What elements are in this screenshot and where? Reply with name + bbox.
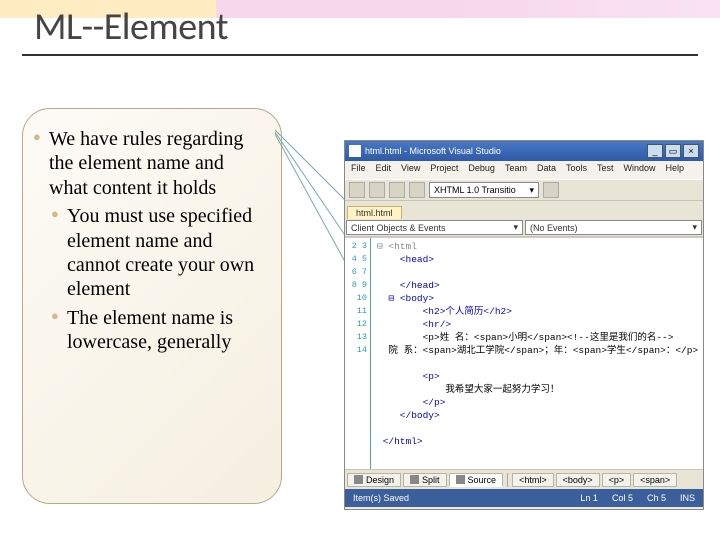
menu-team[interactable]: Team: [505, 163, 527, 177]
toolbar-button[interactable]: [369, 182, 385, 198]
breadcrumb-tag[interactable]: <body>: [556, 473, 600, 487]
main-bullet: We have rules regarding the element name…: [49, 127, 265, 200]
menu-project[interactable]: Project: [430, 163, 458, 177]
chevron-down-icon: ▾: [513, 222, 518, 233]
menu-data[interactable]: Data: [537, 163, 556, 177]
menu-test[interactable]: Test: [597, 163, 614, 177]
tab-label: Design: [366, 475, 394, 485]
breadcrumb-tag[interactable]: <span>: [633, 473, 677, 487]
menu-tools[interactable]: Tools: [566, 163, 587, 177]
app-title-text: html.html - Microsoft Visual Studio: [365, 146, 501, 156]
divider: [507, 473, 508, 487]
objects-dropdown[interactable]: Client Objects & Events ▾: [346, 220, 523, 235]
ide-file-tabs: html.html: [345, 201, 703, 219]
content-panel: We have rules regarding the element name…: [22, 108, 282, 504]
split-icon: [410, 475, 419, 484]
chevron-down-icon: ▾: [692, 222, 697, 233]
doctype-select[interactable]: XHTML 1.0 Transitio ▾: [429, 182, 539, 198]
tab-design[interactable]: Design: [347, 473, 401, 487]
ide-toolbar: XHTML 1.0 Transitio ▾: [345, 179, 703, 201]
sub-bullet-1: You must use specified element name and …: [67, 204, 265, 302]
breadcrumb-tag[interactable]: <p>: [602, 473, 632, 487]
status-message: Item(s) Saved: [353, 493, 409, 503]
sub-bullet-2: The element name is lowercase, generally: [67, 306, 265, 355]
status-line: Ln 1: [580, 493, 598, 503]
ide-titlebar: html.html - Microsoft Visual Studio _ ▭ …: [345, 141, 703, 161]
objects-dropdown-value: Client Objects & Events: [351, 223, 446, 233]
menu-debug[interactable]: Debug: [468, 163, 495, 177]
toolbar-button[interactable]: [349, 182, 365, 198]
line-gutter: 2 3 4 5 6 7 8 9 10 11 12 13 14: [345, 238, 371, 469]
chevron-down-icon: ▾: [529, 185, 534, 196]
events-dropdown[interactable]: (No Events) ▾: [525, 220, 702, 235]
source-icon: [456, 475, 465, 484]
menu-view[interactable]: View: [401, 163, 420, 177]
design-icon: [354, 475, 363, 484]
page-title: ML--Element: [34, 4, 228, 50]
status-col: Col 5: [612, 493, 633, 503]
ide-menubar: File Edit View Project Debug Team Data T…: [345, 161, 703, 179]
code-editor[interactable]: 2 3 4 5 6 7 8 9 10 11 12 13 14 ⊟ <html <…: [345, 237, 703, 469]
tab-split[interactable]: Split: [403, 473, 447, 487]
breadcrumb-tag[interactable]: <html>: [512, 473, 554, 487]
app-icon: [349, 145, 361, 157]
file-tab[interactable]: html.html: [347, 206, 402, 219]
title-underline: [22, 54, 698, 56]
events-dropdown-value: (No Events): [530, 223, 578, 233]
maximize-button[interactable]: ▭: [665, 144, 681, 158]
toolbar-button[interactable]: [543, 182, 559, 198]
tab-label: Source: [468, 475, 497, 485]
minimize-button[interactable]: _: [647, 144, 663, 158]
toolbar-button[interactable]: [409, 182, 425, 198]
doctype-value: XHTML 1.0 Transitio: [434, 185, 516, 195]
toolbar-button[interactable]: [389, 182, 405, 198]
menu-help[interactable]: Help: [666, 163, 685, 177]
status-ins: INS: [680, 493, 695, 503]
tab-source[interactable]: Source: [449, 473, 504, 487]
close-button[interactable]: ×: [683, 144, 699, 158]
tab-label: Split: [422, 475, 440, 485]
menu-file[interactable]: File: [351, 163, 366, 177]
ide-statusbar: Item(s) Saved Ln 1 Col 5 Ch 5 INS: [345, 489, 703, 507]
status-ch: Ch 5: [647, 493, 666, 503]
ide-view-tabs: Design Split Source <html> <body> <p> <s…: [345, 469, 703, 489]
ide-window: html.html - Microsoft Visual Studio _ ▭ …: [344, 140, 704, 510]
code-area[interactable]: ⊟ <html <head> </head> ⊟ <body> <h2>个人简历…: [371, 238, 703, 469]
ide-member-dropdowns: Client Objects & Events ▾ (No Events) ▾: [345, 219, 703, 237]
menu-edit[interactable]: Edit: [376, 163, 392, 177]
menu-window[interactable]: Window: [624, 163, 656, 177]
